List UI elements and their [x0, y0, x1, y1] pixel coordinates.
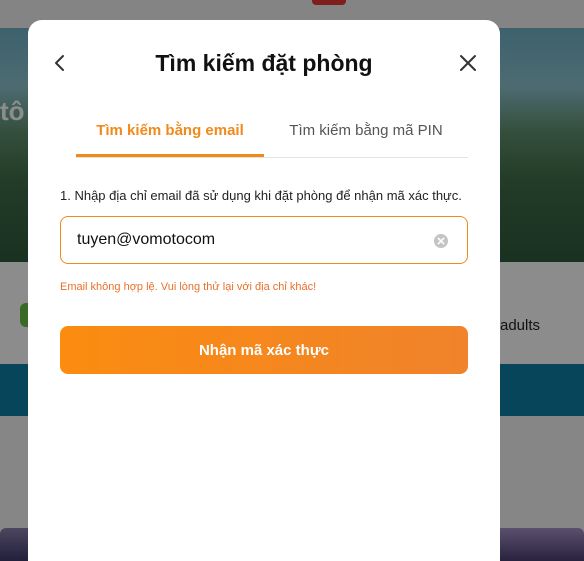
clear-circle-icon	[434, 234, 448, 248]
email-field[interactable]	[60, 216, 468, 264]
search-tabs: Tìm kiếm bằng email Tìm kiếm bằng mã PIN	[76, 112, 468, 158]
tab-search-by-email[interactable]: Tìm kiếm bằng email	[76, 112, 264, 157]
booking-search-modal: Tìm kiếm đặt phòng Tìm kiếm bằng email T…	[28, 20, 500, 561]
close-icon	[460, 55, 476, 71]
modal-title: Tìm kiếm đặt phòng	[155, 50, 373, 76]
close-button[interactable]	[456, 51, 480, 75]
email-instruction: 1. Nhập địa chỉ email đã sử dụng khi đặt…	[60, 188, 462, 203]
get-verification-code-button[interactable]: Nhận mã xác thực	[60, 326, 468, 374]
email-input[interactable]	[77, 217, 417, 263]
clear-input-button[interactable]	[433, 233, 449, 249]
tab-search-by-pin[interactable]: Tìm kiếm bằng mã PIN	[264, 112, 468, 158]
email-error-message: Email không hợp lệ. Vui lòng thử lại với…	[60, 281, 317, 293]
